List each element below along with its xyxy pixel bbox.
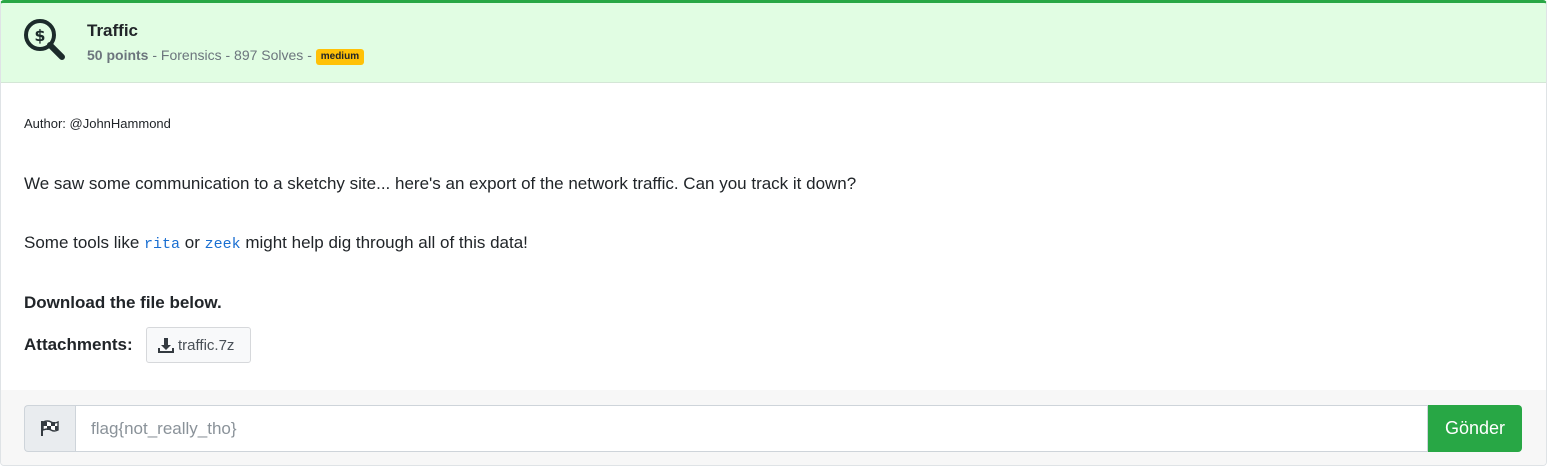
tool-rita: rita: [144, 236, 181, 253]
tools-prefix: Some tools like: [24, 233, 144, 252]
attachment-download-button[interactable]: traffic.7z: [146, 327, 251, 363]
flag-input-group: Gönder: [24, 405, 1522, 452]
download-instruction: Download the file below.: [24, 293, 222, 312]
tools-suffix: might help dig through all of this data!: [240, 233, 528, 252]
challenge-header: $ Traffic 50 points - Forensics - 897 So…: [1, 3, 1546, 83]
challenge-card: $ Traffic 50 points - Forensics - 897 So…: [0, 0, 1547, 466]
challenge-meta: 50 points - Forensics - 897 Solves - med…: [87, 45, 365, 65]
checkered-flag-icon: [41, 420, 59, 436]
flag-submit-footer: Gönder: [1, 390, 1546, 465]
magnifier-dollar-icon: $: [24, 19, 65, 60]
tools-mid: or: [180, 233, 205, 252]
challenge-body: Author: @JohnHammond We saw some communi…: [1, 83, 1546, 391]
flag-input[interactable]: [75, 405, 1428, 452]
flag-addon: [24, 405, 75, 452]
challenge-title: Traffic: [87, 21, 139, 40]
submit-button[interactable]: Gönder: [1428, 405, 1522, 452]
attachments-label: Attachments:: [24, 335, 133, 354]
tools-hint: Some tools like rita or zeek might help …: [24, 233, 528, 253]
download-icon: [158, 337, 174, 353]
svg-text:$: $: [34, 26, 45, 45]
tool-zeek: zeek: [204, 236, 241, 253]
author-line: Author: @JohnHammond: [24, 116, 171, 131]
challenge-meta-details: - Forensics - 897 Solves -: [148, 47, 316, 63]
challenge-points: 50 points: [87, 47, 149, 63]
difficulty-badge: medium: [315, 49, 365, 65]
attachment-filename: traffic.7z: [178, 336, 235, 354]
challenge-description: We saw some communication to a sketchy s…: [24, 174, 857, 193]
